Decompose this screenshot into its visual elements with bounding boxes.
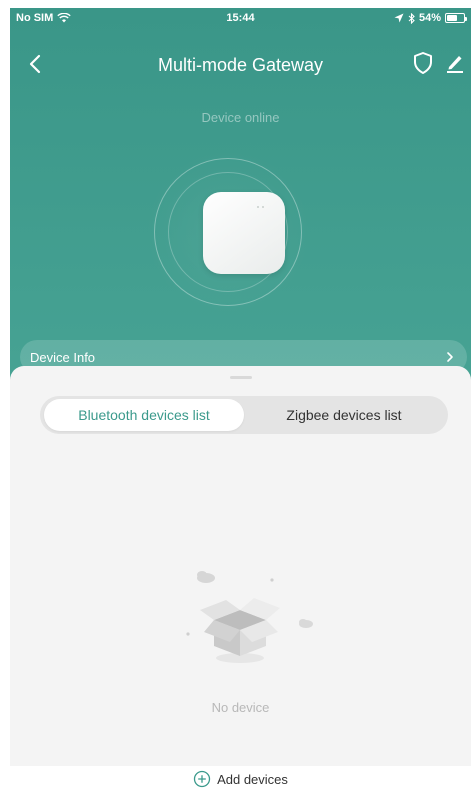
gateway-device-icon [203, 192, 285, 274]
tab-zigbee-devices[interactable]: Zigbee devices list [244, 399, 444, 431]
device-status-label: Device online [201, 110, 280, 125]
empty-state-text: No device [211, 700, 270, 715]
plus-circle-icon [193, 770, 211, 788]
location-icon [394, 13, 404, 23]
device-info-label: Device Info [30, 350, 96, 365]
screen: No SIM 15:44 54% Multi-mode Gateway Devi… [10, 8, 471, 809]
add-devices-label: Add devices [217, 771, 288, 787]
battery-percent: 54% [418, 12, 441, 24]
device-list-sheet: Bluetooth devices list Zigbee devices li… [10, 366, 471, 766]
shield-icon[interactable] [412, 51, 434, 75]
tab-bluetooth-devices[interactable]: Bluetooth devices list [44, 399, 244, 431]
edit-icon[interactable] [444, 51, 466, 75]
device-list-tabs: Bluetooth devices list Zigbee devices li… [40, 396, 448, 434]
nav-bar: Multi-mode Gateway [10, 46, 471, 82]
empty-box-icon [186, 571, 313, 663]
page-title: Multi-mode Gateway [157, 55, 324, 75]
status-bar: No SIM 15:44 54% [10, 8, 471, 30]
sheet-handle[interactable] [230, 376, 252, 379]
add-devices-button[interactable]: Add devices [10, 766, 471, 792]
header-area: No SIM 15:44 54% Multi-mode Gateway Devi… [10, 8, 471, 398]
bluetooth-icon [408, 12, 415, 24]
battery-icon [445, 13, 467, 23]
chevron-right-icon [447, 352, 453, 362]
